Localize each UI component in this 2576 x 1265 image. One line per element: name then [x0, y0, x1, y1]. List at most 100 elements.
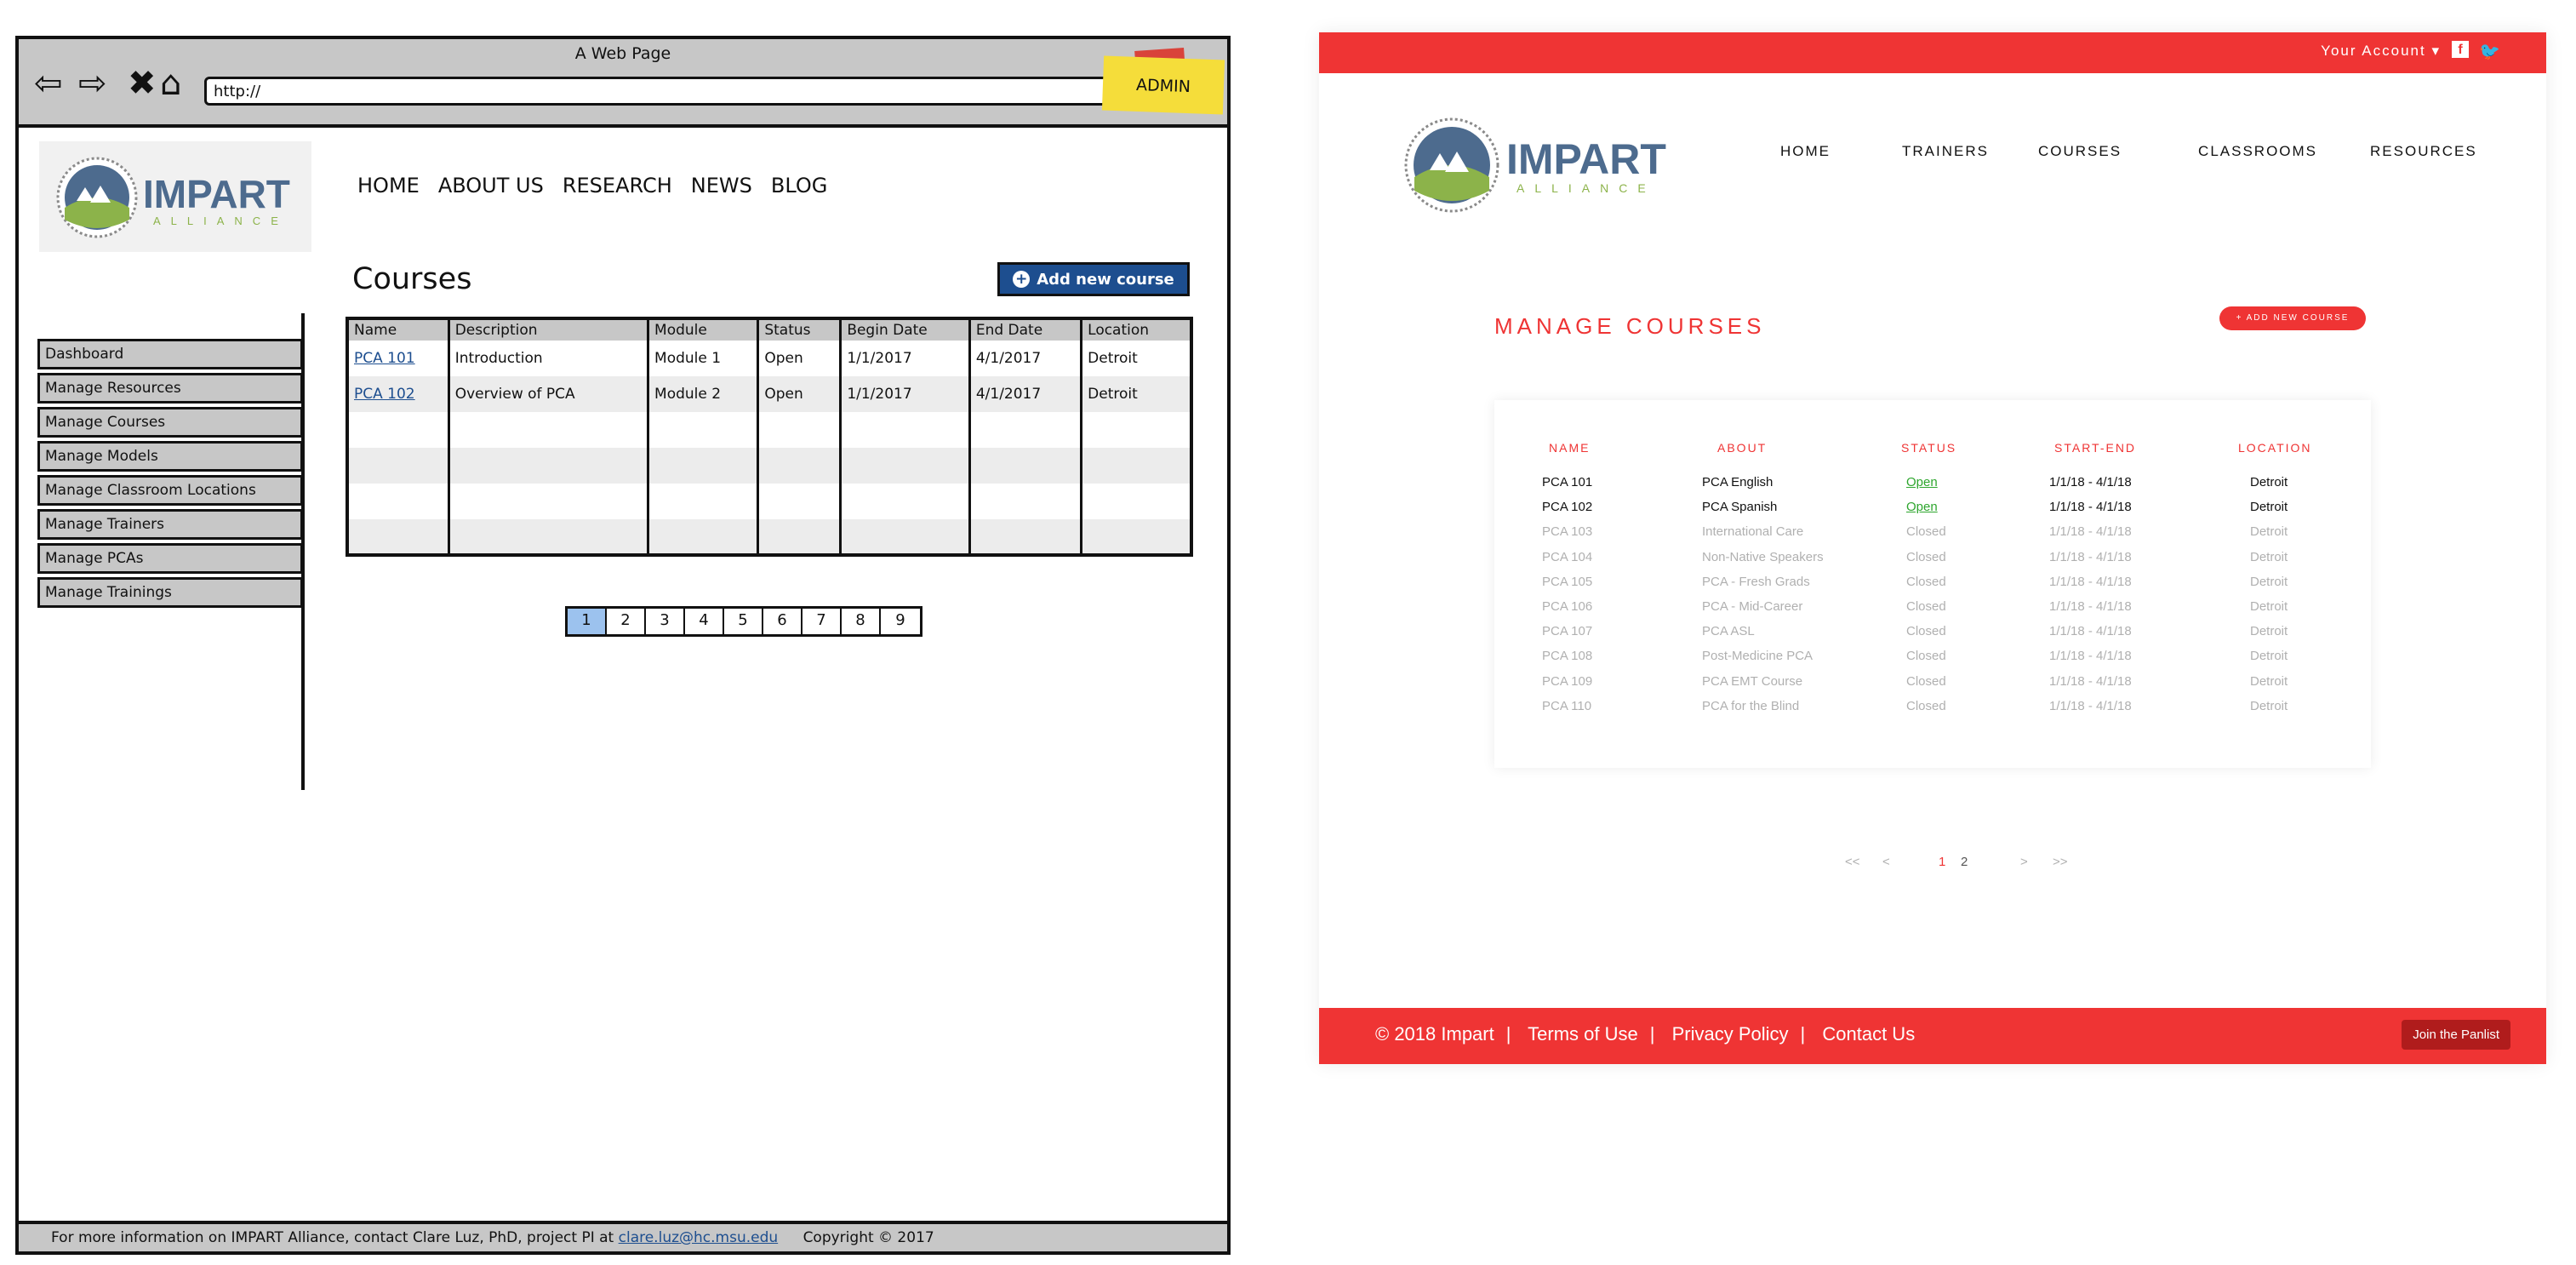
nav-classrooms[interactable]: CLASSROOMS	[2198, 143, 2317, 160]
impart-logo-icon: IMPART ALLIANCE	[1404, 117, 1666, 213]
sidebar-item-manage-classroom-locations[interactable]: Manage Classroom Locations	[37, 475, 303, 506]
course-name-link[interactable]: PCA 101	[1542, 475, 1592, 489]
course-about: International Care	[1702, 524, 1804, 540]
twitter-icon[interactable]: 🐦	[2479, 41, 2500, 62]
sidebar-item-manage-pcas[interactable]: Manage PCAs	[37, 543, 303, 574]
sidebar-item-manage-courses[interactable]: Manage Courses	[37, 407, 303, 438]
table-cell: Overview of PCA	[448, 376, 650, 412]
sidebar-item-dashboard[interactable]: Dashboard	[37, 339, 303, 369]
course-link[interactable]: PCA 102	[354, 386, 415, 403]
course-name-link[interactable]: PCA 109	[1542, 674, 1592, 689]
impart-logo[interactable]: IMPART ALLIANCE	[1404, 114, 1676, 220]
nav-home[interactable]: HOME	[1780, 143, 1831, 160]
hifi-mockup: Your Account ▾ f 🐦 IMPART ALLIANCE HOME …	[1319, 32, 2546, 1064]
course-about: PCA Spanish	[1702, 500, 1778, 515]
course-name-link[interactable]: PCA 107	[1542, 624, 1592, 638]
stop-icon[interactable]: ✖	[128, 66, 157, 100]
course-name-link[interactable]: PCA 106	[1542, 599, 1592, 614]
column-header: Name	[347, 318, 450, 341]
course-status[interactable]: Open	[1906, 500, 1938, 514]
column-header-name[interactable]: NAME	[1549, 441, 1590, 455]
course-dates: 1/1/18 - 4/1/18	[2049, 549, 2132, 564]
course-name-link[interactable]: PCA 110	[1542, 699, 1591, 713]
footer-terms-link[interactable]: Terms of Use	[1528, 1023, 1638, 1045]
course-name-link[interactable]: PCA 103	[1542, 524, 1592, 539]
column-header-start-end[interactable]: START-END	[2054, 441, 2136, 455]
nav-home[interactable]: HOME	[357, 174, 420, 197]
course-status: Closed	[1906, 649, 1946, 664]
site-footer: © 2018 Impart | Terms of Use | Privacy Pol…	[1319, 1008, 2546, 1064]
nav-news[interactable]: NEWS	[691, 174, 752, 197]
nav-blog[interactable]: BLOG	[771, 174, 827, 197]
column-header: End Date	[969, 318, 1083, 341]
impart-logo[interactable]: IMPART ALLIANCE	[39, 141, 311, 252]
table-cell: Detroit	[1088, 350, 1138, 367]
nav-trainers[interactable]: TRAINERS	[1902, 143, 1989, 160]
course-name-link[interactable]: PCA 108	[1542, 649, 1592, 663]
course-link[interactable]: PCA 101	[354, 350, 415, 367]
table-cell: Module 2	[648, 376, 760, 412]
add-new-course-label: Add new course	[1037, 270, 1174, 289]
column-header-about[interactable]: ABOUT	[1717, 441, 1767, 455]
nav-resources[interactable]: RESOURCES	[2370, 143, 2477, 160]
nav-research[interactable]: RESEARCH	[563, 174, 672, 197]
prev-page-button[interactable]: <	[1882, 855, 1890, 869]
course-about: PCA English	[1702, 475, 1773, 489]
table-header-row: Name Description Module Status Begin Dat…	[347, 318, 1191, 341]
column-header: Description	[448, 318, 650, 341]
top-utility-bar: Your Account ▾ f 🐦	[1319, 32, 2546, 73]
nav-about-us[interactable]: ABOUT US	[438, 174, 544, 197]
course-about: PCA for the Blind	[1702, 698, 1800, 713]
sidebar-item-manage-trainers[interactable]: Manage Trainers	[37, 509, 303, 540]
join-panlist-button[interactable]: Join the Panlist	[2402, 1020, 2510, 1050]
page-button[interactable]: 3	[646, 609, 685, 634]
course-name-link[interactable]: PCA 102	[1542, 500, 1592, 514]
first-page-button[interactable]: <<	[1845, 855, 1860, 869]
footer-email-link[interactable]: clare.luz@hc.msu.edu	[619, 1229, 779, 1246]
facebook-icon[interactable]: f	[2452, 41, 2470, 58]
back-arrow-icon[interactable]: ⇦	[34, 66, 63, 100]
nav-courses[interactable]: COURSES	[2038, 143, 2122, 160]
home-icon[interactable]: ⌂	[160, 66, 181, 100]
your-account-menu[interactable]: Your Account ▾	[2321, 43, 2441, 60]
footer-privacy-link[interactable]: Privacy Policy	[1672, 1023, 1789, 1045]
table-row: PCA 101 Introduction Module 1 Open 1/1/2…	[347, 341, 1191, 376]
course-name-link[interactable]: PCA 104	[1542, 550, 1592, 564]
courses-table: Name Description Module Status Begin Dat…	[346, 317, 1193, 557]
table-row-empty	[347, 519, 1191, 555]
forward-arrow-icon[interactable]: ⇨	[78, 66, 107, 100]
column-header-status[interactable]: STATUS	[1901, 441, 1956, 455]
page-button[interactable]: 6	[763, 609, 803, 634]
wireframe-browser-window: A Web Page ⇦ ⇨ ✖ ⌂ http:// ADMIN IMPART …	[15, 36, 1231, 1255]
add-new-course-button[interactable]: + ADD NEW COURSE	[2219, 306, 2366, 330]
page-button[interactable]: 8	[842, 609, 881, 634]
page-button[interactable]: 4	[685, 609, 724, 634]
sidebar-item-manage-trainings[interactable]: Manage Trainings	[37, 577, 303, 608]
page-button[interactable]: 7	[803, 609, 842, 634]
table-cell: 1/1/2017	[840, 341, 971, 376]
footer-links: © 2018 Impart | Terms of Use | Privacy Pol…	[1375, 1023, 1915, 1045]
page-button-current[interactable]: 1	[1939, 855, 1945, 869]
column-header: Begin Date	[840, 318, 971, 341]
page-button[interactable]: 2	[1961, 855, 1968, 869]
pagination: 1 2 3 4 5 6 7 8 9	[565, 606, 922, 637]
sidebar-item-manage-resources[interactable]: Manage Resources	[37, 373, 303, 404]
top-nav: HOME ABOUT US RESEARCH NEWS BLOG	[357, 174, 827, 197]
add-new-course-button[interactable]: + Add new course	[997, 262, 1190, 296]
next-page-button[interactable]: >	[2020, 855, 2028, 869]
page-button[interactable]: 1	[568, 609, 607, 634]
course-dates: 1/1/18 - 4/1/18	[2049, 698, 2132, 713]
column-header-location[interactable]: LOCATION	[2238, 441, 2312, 455]
url-bar[interactable]: http://	[204, 77, 1132, 106]
course-dates: 1/1/18 - 4/1/18	[2049, 475, 2132, 489]
course-status[interactable]: Open	[1906, 475, 1938, 489]
course-status: Closed	[1906, 698, 1946, 713]
course-name-link[interactable]: PCA 105	[1542, 575, 1592, 589]
course-location: Detroit	[2250, 599, 2288, 614]
page-button[interactable]: 9	[881, 609, 920, 634]
page-button[interactable]: 2	[607, 609, 646, 634]
sidebar-item-manage-models[interactable]: Manage Models	[37, 441, 303, 472]
last-page-button[interactable]: >>	[2053, 855, 2068, 869]
footer-contact-link[interactable]: Contact Us	[1822, 1023, 1915, 1045]
page-button[interactable]: 5	[724, 609, 763, 634]
